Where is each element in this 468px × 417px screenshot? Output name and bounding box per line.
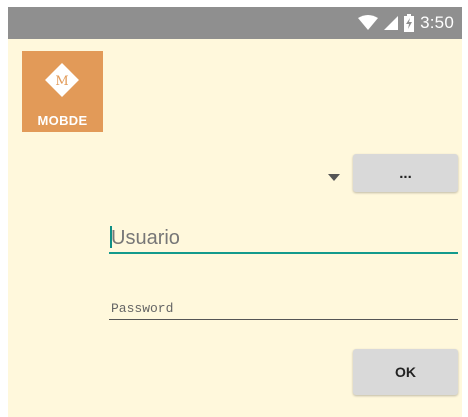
password-input[interactable] <box>109 301 460 316</box>
username-underline <box>109 252 458 254</box>
wifi-icon <box>358 15 379 30</box>
username-field[interactable] <box>109 222 460 254</box>
status-time: 3:50 <box>420 13 454 32</box>
app-screen: 3:50 M MOBDE ... OK <box>8 7 462 417</box>
status-bar: 3:50 <box>8 7 462 39</box>
logo-diamond-icon: M <box>45 63 79 97</box>
status-icons: 3:50 <box>358 7 454 39</box>
signal-icon <box>384 16 399 30</box>
password-field[interactable] <box>109 290 460 320</box>
battery-charging-icon <box>404 14 415 32</box>
logo-letter: M <box>55 74 68 89</box>
mobde-logo: M MOBDE <box>22 51 103 132</box>
ok-button[interactable]: OK <box>353 349 458 395</box>
more-options-button[interactable]: ... <box>353 154 458 192</box>
server-spinner-dropdown-icon[interactable] <box>326 172 342 182</box>
password-underline <box>109 319 458 320</box>
logo-text: MOBDE <box>37 113 88 128</box>
username-input[interactable] <box>109 227 460 250</box>
